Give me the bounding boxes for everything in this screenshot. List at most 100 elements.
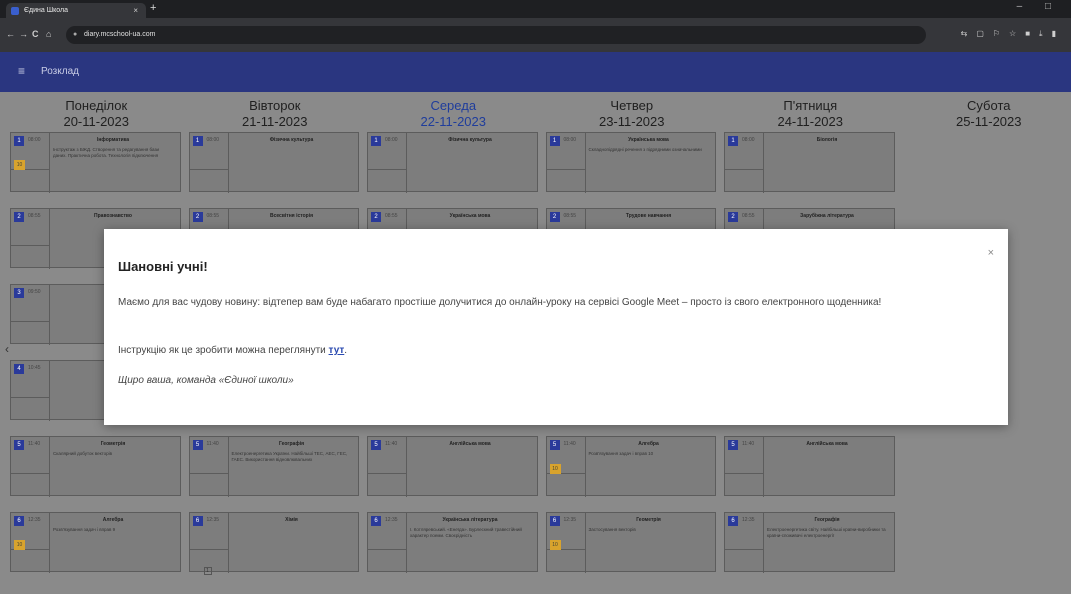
lesson-number: 2: [371, 212, 381, 222]
lesson-card[interactable]: 5 11:40 Англійська мова: [367, 436, 538, 497]
lesson-homework: Електроенергетика світу. Найбільші країн…: [767, 527, 886, 538]
grade-badge: 10: [549, 540, 561, 550]
day-date: 20-11-2023: [63, 114, 130, 129]
lesson-homework: Скалярний добуток векторів: [53, 451, 113, 456]
divider: [49, 285, 50, 345]
lesson-number: 6: [192, 516, 203, 526]
lesson-card[interactable]: 6 12:35 Хімія 1: [188, 512, 359, 575]
lesson-time: 11:40: [206, 441, 219, 447]
lesson-number: 4: [14, 364, 24, 374]
forward-icon[interactable]: →: [19, 29, 28, 39]
lesson-number: 5: [192, 440, 203, 450]
lesson-time: 08:00: [385, 137, 398, 143]
lesson-card[interactable]: 1 08:00 Фізична культура: [367, 132, 538, 193]
lesson-time: 12:35: [385, 517, 398, 523]
attachment-box[interactable]: 1: [203, 567, 212, 575]
close-icon[interactable]: ×: [988, 247, 994, 259]
divider: [227, 133, 229, 193]
divider: [189, 169, 228, 170]
new-tab-icon[interactable]: +: [150, 2, 156, 14]
lesson-card[interactable]: 6 12:35 Геометрія Застосування векторів 10: [545, 512, 716, 573]
chevron-left-icon[interactable]: ‹: [5, 342, 9, 356]
lesson-time: 08:00: [563, 137, 577, 143]
lesson-card[interactable]: 1 08:00 Інформатика Інструктаж з БЖД. Створ…: [10, 132, 181, 193]
lesson-subject: Географія: [814, 517, 840, 523]
lesson-time: 12:35: [563, 517, 577, 523]
day-header: Вівторок 21-11-2023: [186, 92, 365, 132]
browser-tab-bar: Єдина Школа × + – □: [0, 0, 1071, 18]
lesson-card[interactable]: 6 12:35 Географія Електроенергетика світу. …: [724, 512, 895, 573]
lesson-time: 12:35: [206, 517, 220, 523]
lesson-number: 1: [728, 136, 738, 146]
lesson-subject: Українська література: [442, 517, 498, 523]
lesson-subject: Географія: [278, 441, 304, 447]
lesson-number: 5: [371, 440, 381, 450]
lesson-time: 12:35: [742, 517, 755, 523]
lesson-card[interactable]: 6 12:35 Алгебра Розв'язування задач і вправ…: [10, 512, 181, 573]
lesson-card[interactable]: 1 08:00 Біологія: [724, 132, 895, 193]
lesson-subject: Інформатика: [97, 137, 129, 143]
lesson-card[interactable]: 5 11:40 Геометрія Скалярний добуток векторі…: [10, 436, 181, 497]
instruction-link[interactable]: тут: [329, 345, 345, 356]
menu-icon[interactable]: ≡: [18, 64, 25, 78]
day-header: Субота 25-11-2023: [900, 92, 1071, 132]
reload-icon[interactable]: C: [32, 29, 39, 39]
day-name: Середа: [430, 98, 477, 113]
extension-icons[interactable]: ⇆▢⚐☆■⤓▮: [961, 29, 1065, 39]
lesson-subject: Алгебра: [638, 441, 659, 447]
lesson-subject: Українська мова: [449, 213, 491, 219]
site-favicon-icon: [11, 7, 19, 15]
divider: [725, 549, 763, 550]
lesson-number: 2: [549, 212, 560, 222]
lesson-time: 08:55: [563, 213, 577, 219]
lesson-card[interactable]: 5 11:40 Алгебра Розв'язування задач і вправ…: [545, 436, 716, 497]
divider: [11, 397, 49, 398]
window-controls[interactable]: – □: [1017, 1, 1061, 12]
tab-title: Єдина Школа: [24, 7, 69, 14]
day-date: 25-11-2023: [955, 114, 1022, 129]
day-name: П'ятниця: [783, 98, 838, 113]
lesson-number: 6: [549, 516, 560, 526]
divider: [227, 437, 229, 497]
lesson-time: 11:40: [28, 441, 41, 447]
home-icon[interactable]: ⌂: [46, 29, 51, 39]
lesson-subject: Фізична культура: [269, 137, 314, 143]
grade-badge: 10: [14, 160, 25, 170]
back-icon[interactable]: ←: [6, 29, 15, 39]
page-title: Розклад: [41, 66, 79, 77]
lesson-subject: Хімія: [285, 517, 298, 523]
divider: [368, 473, 406, 474]
divider: [11, 321, 49, 322]
lesson-card[interactable]: 5 11:40 Англійська мова: [724, 436, 895, 497]
lesson-card[interactable]: 1 08:00 Українська мова Складнопідрядні реч…: [545, 132, 716, 193]
divider: [49, 361, 50, 421]
tab-close-icon[interactable]: ×: [133, 6, 138, 15]
lesson-number: 5: [14, 440, 24, 450]
lesson-card[interactable]: 5 11:40 Географія Електроенергетика України…: [188, 436, 359, 497]
address-bar-area: ← → C ⌂ ● diary.mcschool-ua.com ⇆▢⚐☆■⤓▮: [0, 18, 1071, 52]
lesson-card[interactable]: 6 12:35 Українська література І. Котляревсь…: [367, 512, 538, 573]
lesson-subject: Українська мова: [628, 137, 669, 143]
divider: [763, 437, 764, 497]
app-header: ≡ Розклад: [0, 52, 1071, 92]
url-field[interactable]: ● diary.mcschool-ua.com: [66, 26, 926, 44]
lesson-time: 12:35: [28, 517, 41, 523]
lock-icon: ●: [73, 31, 78, 38]
divider: [11, 245, 49, 246]
lesson-homework: Розв'язування задач і вправ 9: [53, 527, 116, 532]
lesson-subject: Англійська мова: [806, 441, 848, 447]
modal-title: Шановні учні!: [118, 259, 208, 274]
lesson-subject: Геометрія: [100, 441, 126, 447]
divider: [189, 473, 228, 474]
day-name: Вівторок: [249, 98, 301, 113]
modal-instruction: Інструкцію як це зробити можна перегляну…: [118, 345, 348, 356]
lesson-subject: Всесвітня історія: [269, 213, 314, 219]
browser-tab[interactable]: Єдина Школа ×: [6, 3, 146, 18]
lesson-time: 08:55: [28, 213, 41, 219]
day-date: 23-11-2023: [598, 114, 665, 129]
lesson-time: 08:55: [206, 213, 220, 219]
lesson-card[interactable]: 1 08:00 Фізична культура: [188, 132, 359, 193]
lesson-subject: Фізична культура: [448, 137, 492, 143]
lesson-homework: Застосування векторів: [588, 527, 636, 532]
divider: [227, 513, 229, 573]
